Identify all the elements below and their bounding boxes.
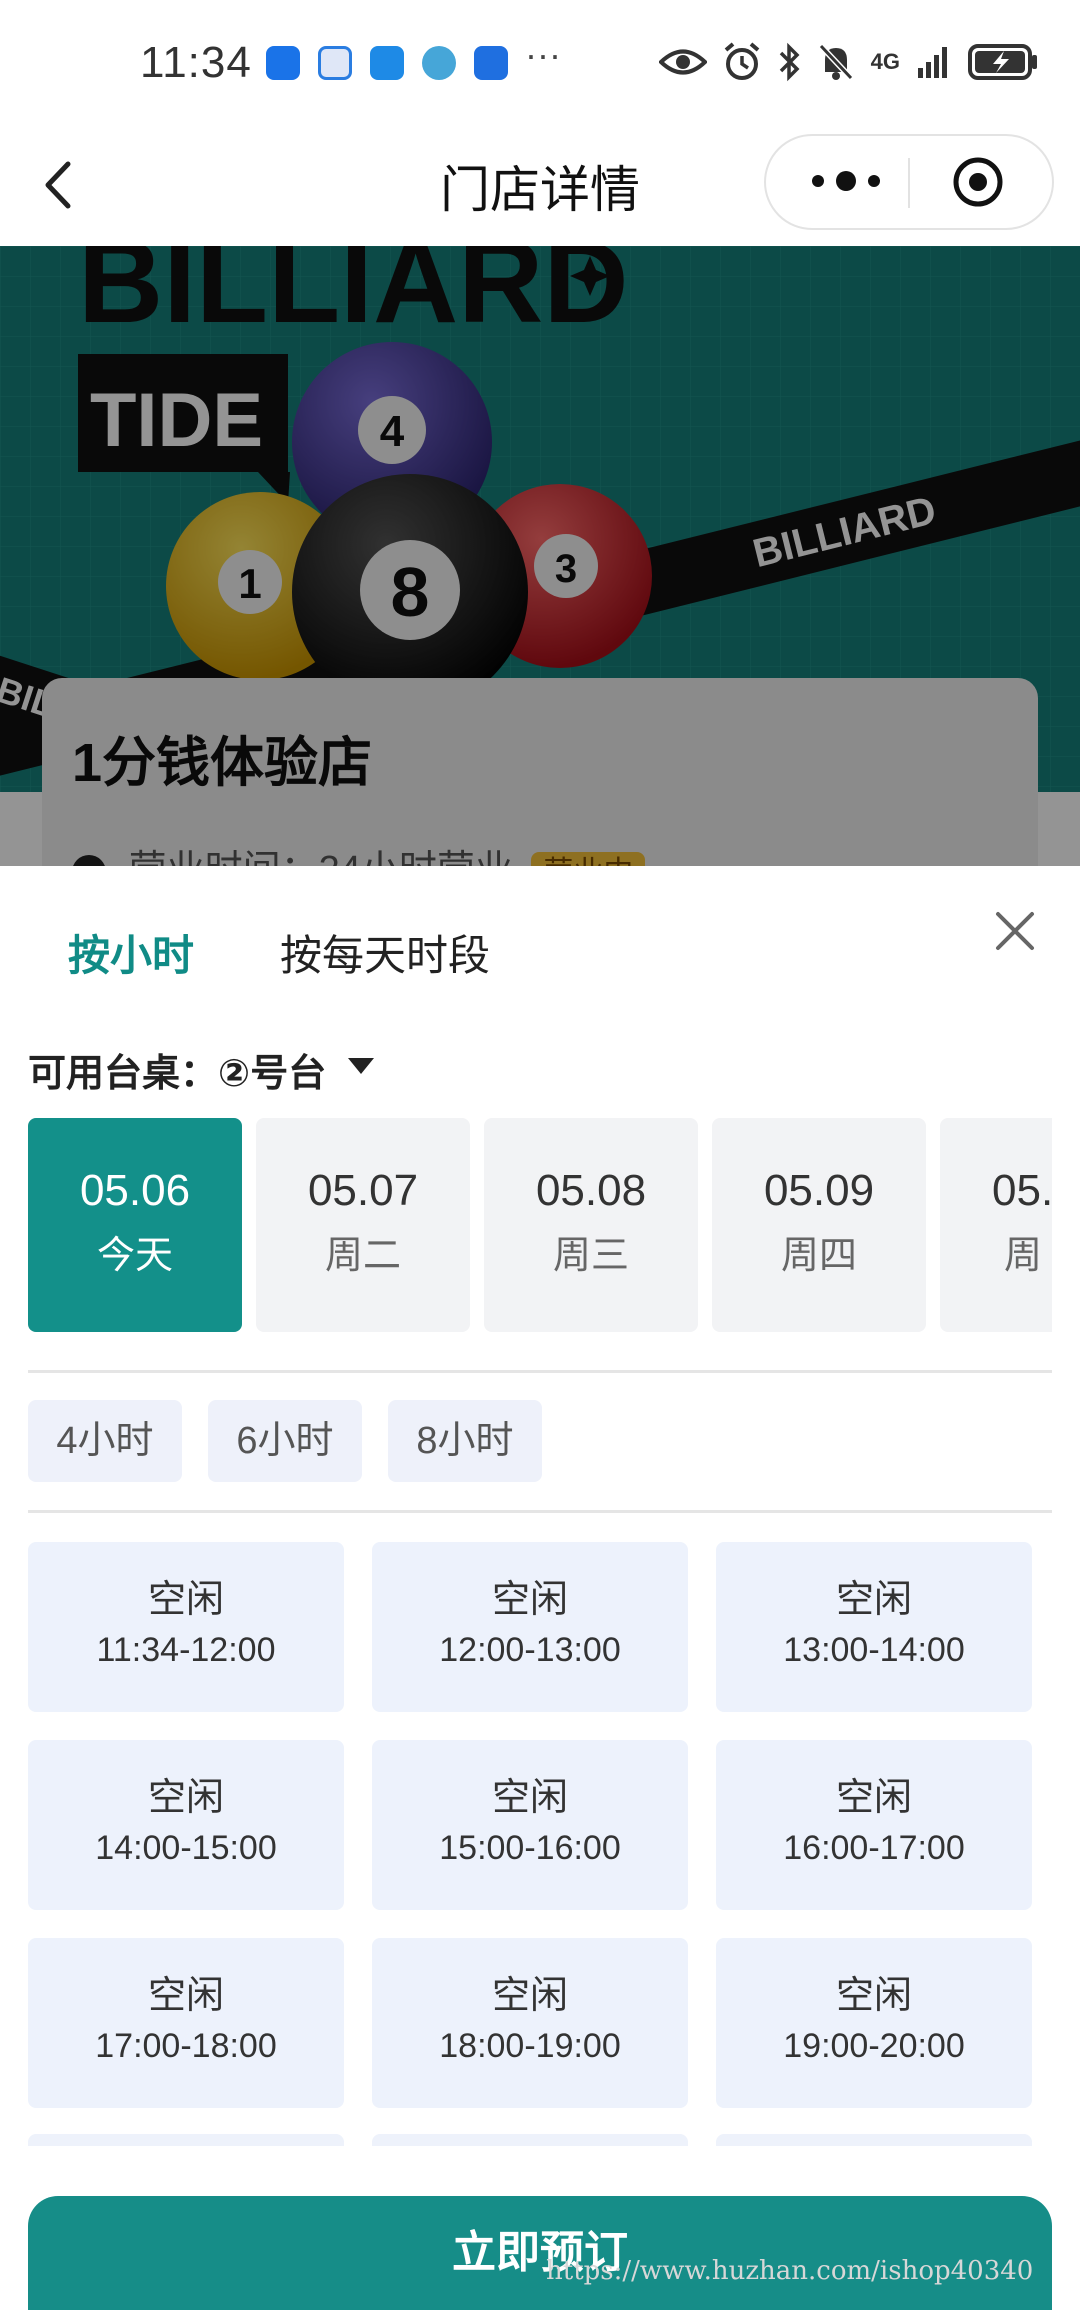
- close-icon[interactable]: [990, 906, 1040, 956]
- overlay-mask[interactable]: [0, 246, 1080, 866]
- mute-bell-icon: [818, 43, 853, 81]
- alarm-icon: [724, 42, 759, 80]
- slot-status: 空闲: [147, 1777, 224, 1819]
- more-notifications-icon: ···: [525, 34, 561, 75]
- slot-time: 12:00-13:00: [439, 1631, 621, 1669]
- slot-status: 空闲: [147, 1579, 224, 1621]
- more-options-icon[interactable]: [806, 156, 886, 206]
- duration-option[interactable]: 4小时: [28, 1400, 182, 1482]
- slot-time: 11:34-12:00: [96, 1631, 276, 1669]
- table-label: 可用台桌：: [28, 1053, 219, 1095]
- date-weekday: 周: [1004, 1235, 1043, 1277]
- time-slot-partial: [716, 2134, 1032, 2146]
- date-weekday: 周二: [324, 1235, 401, 1277]
- close-miniprogram-icon[interactable]: [952, 156, 1004, 208]
- divider: [28, 1370, 1052, 1373]
- miniprogram-capsule: [764, 134, 1054, 230]
- app-notification-icon: [422, 46, 456, 80]
- time-slot[interactable]: 空闲 13:00-14:00: [716, 1542, 1032, 1712]
- slot-time: 15:00-16:00: [439, 1829, 621, 1867]
- divider: [28, 1510, 1052, 1513]
- app-notification-icon: [370, 46, 404, 80]
- app-notification-icon: [266, 46, 300, 80]
- battery-charging-icon: [968, 44, 1037, 80]
- slot-time: 18:00-19:00: [439, 2027, 621, 2065]
- bluetooth-icon: [779, 42, 800, 82]
- eye-icon: [658, 49, 707, 75]
- app-notification-icon: [474, 46, 508, 80]
- time-slot[interactable]: 空闲 12:00-13:00: [372, 1542, 688, 1712]
- status-bar: 11:34 ··· 4G: [0, 0, 1080, 130]
- slot-time: 14:00-15:00: [95, 1829, 277, 1867]
- tab-by-hour[interactable]: 按小时: [68, 922, 194, 983]
- slot-status: 空闲: [491, 1975, 568, 2017]
- date-item[interactable]: 05.06 今天: [28, 1118, 242, 1332]
- slot-status: 空闲: [147, 1975, 224, 2017]
- slot-status: 空闲: [835, 1975, 912, 2017]
- table-value: ②号台: [218, 1053, 327, 1095]
- book-now-button[interactable]: 立即预订: [28, 2196, 1052, 2310]
- watermark: https://www.huzhan.com/ishop40340: [546, 2256, 1034, 2286]
- date-weekday: 周三: [552, 1235, 629, 1277]
- date-selector: 05.06 今天 05.07 周二 05.08 周三 05.09 周四 05. …: [28, 1118, 1052, 1332]
- time-slot[interactable]: 空闲 16:00-17:00: [716, 1740, 1032, 1910]
- time-slot[interactable]: 空闲 14:00-15:00: [28, 1740, 344, 1910]
- date-item[interactable]: 05.08 周三: [484, 1118, 698, 1332]
- date-weekday: 今天: [96, 1235, 173, 1277]
- slot-status: 空闲: [835, 1579, 912, 1621]
- duration-option[interactable]: 6小时: [208, 1400, 362, 1482]
- duration-option[interactable]: 8小时: [388, 1400, 542, 1482]
- slot-time: 13:00-14:00: [783, 1631, 965, 1669]
- date-item[interactable]: 05.09 周四: [712, 1118, 926, 1332]
- time-slot-partial: [28, 2134, 344, 2146]
- status-icons: 4G: [658, 40, 1040, 84]
- signal-icon: [918, 47, 947, 78]
- time-slot[interactable]: 空闲 11:34-12:00: [28, 1542, 344, 1712]
- booking-sheet: 按小时 按每天时段 可用台桌：②号台 05.06 今天 05.07 周二 05.…: [0, 866, 1080, 2310]
- table-selector[interactable]: 可用台桌：②号台: [28, 1042, 326, 1097]
- date-item[interactable]: 05.07 周二: [256, 1118, 470, 1332]
- time-slot[interactable]: 空闲 19:00-20:00: [716, 1938, 1032, 2108]
- app-notification-icon: [318, 46, 352, 80]
- date-value: 05.: [992, 1166, 1052, 1215]
- date-value: 05.09: [763, 1166, 875, 1215]
- date-value: 05.07: [307, 1166, 419, 1215]
- date-item[interactable]: 05. 周: [940, 1118, 1052, 1332]
- slot-status: 空闲: [491, 1579, 568, 1621]
- time-slot-partial: [372, 2134, 688, 2146]
- slot-time: 16:00-17:00: [783, 1829, 965, 1867]
- nav-bar: 门店详情: [0, 130, 1080, 246]
- slot-time: 19:00-20:00: [783, 2027, 965, 2065]
- slot-time: 17:00-18:00: [95, 2027, 277, 2065]
- chevron-down-icon[interactable]: [348, 1058, 374, 1074]
- date-weekday: 周四: [780, 1235, 857, 1277]
- time-slot[interactable]: 空闲 18:00-19:00: [372, 1938, 688, 2108]
- status-time: 11:34: [140, 38, 252, 87]
- date-value: 05.06: [79, 1166, 191, 1215]
- tab-by-day-period[interactable]: 按每天时段: [280, 922, 490, 983]
- time-slot[interactable]: 空闲 17:00-18:00: [28, 1938, 344, 2108]
- slot-status: 空闲: [835, 1777, 912, 1819]
- slot-status: 空闲: [491, 1777, 568, 1819]
- time-slot[interactable]: 空闲 15:00-16:00: [372, 1740, 688, 1910]
- network-type: 4G: [870, 49, 900, 74]
- date-value: 05.08: [535, 1166, 647, 1215]
- capsule-divider: [908, 158, 910, 208]
